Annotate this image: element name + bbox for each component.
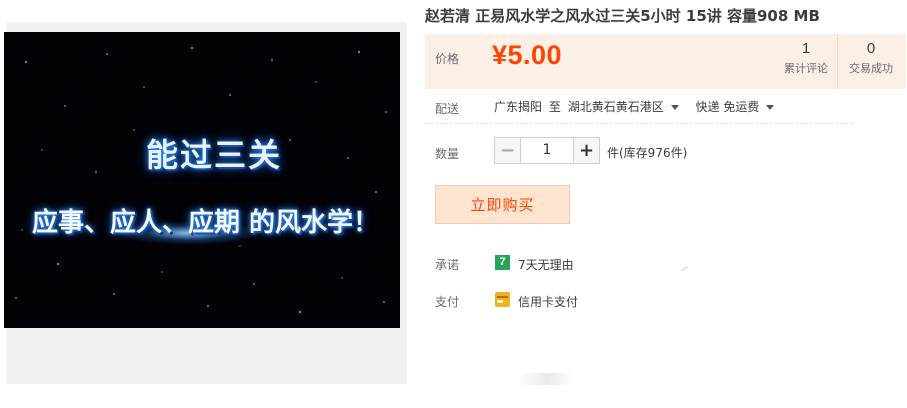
starfield [15,47,387,313]
image-subheadline: 应事、应人、应期 的风水学！ [32,208,380,238]
promise-label: 承诺 [435,258,460,272]
quantity-input[interactable]: 1 [521,137,573,164]
price-panel: 价格 ¥5.00 1 累计评论 0 交易成功 [425,34,906,89]
shipping-to-word: 至 [548,100,561,114]
reviews-label: 累计评论 [784,62,828,75]
product-image[interactable]: 能过三关 应事、应人、应期 的风水学！ [4,32,400,328]
credit-card-icon [495,292,510,307]
promise-text[interactable]: 7天无理由 [518,256,574,273]
reviews-stat[interactable]: 1 累计评论 [780,40,832,76]
increase-button[interactable]: + [573,137,600,164]
quantity-stepper: − 1 + [494,137,600,164]
chevron-down-icon [670,105,679,110]
chevron-down-icon [766,105,775,110]
shipping-from: 广东揭阳 [494,100,543,114]
divider [425,123,853,124]
quantity-label: 数量 [435,147,460,161]
destination-selector[interactable]: 湖北黄石黄石港区 [568,100,689,114]
deals-label: 交易成功 [849,62,893,75]
reviews-count: 1 [801,40,811,57]
decrease-button[interactable]: − [494,137,521,164]
shipping-label: 配送 [435,102,460,116]
price-value: ¥5.00 [492,40,563,70]
shipping-method-text: 快递 免运费 [695,100,760,114]
shipping-method-selector[interactable]: 快递 免运费 [696,100,785,114]
decorative-mark [680,266,690,273]
buy-now-button[interactable]: 立即购买 [435,185,570,224]
deals-stat: 0 交易成功 [843,40,899,76]
destination-text: 湖北黄石黄石港区 [567,100,664,114]
payment-label: 支付 [435,295,460,309]
stat-divider [837,34,838,89]
faded-watermark [519,373,575,385]
image-headline: 能过三关 [145,136,282,174]
seven-day-return-icon: 7 [495,255,510,270]
price-label: 价格 [435,52,460,66]
shipping-row: 广东揭阳 至 湖北黄石黄石港区 快递 免运费 [494,98,787,115]
stock-text: 件(库存976件) [607,146,688,160]
deals-count: 0 [866,40,876,57]
payment-text[interactable]: 信用卡支付 [518,293,578,310]
product-title: 赵若清 正易风水学之风水过三关5小时 15讲 容量908 MB [425,7,820,25]
